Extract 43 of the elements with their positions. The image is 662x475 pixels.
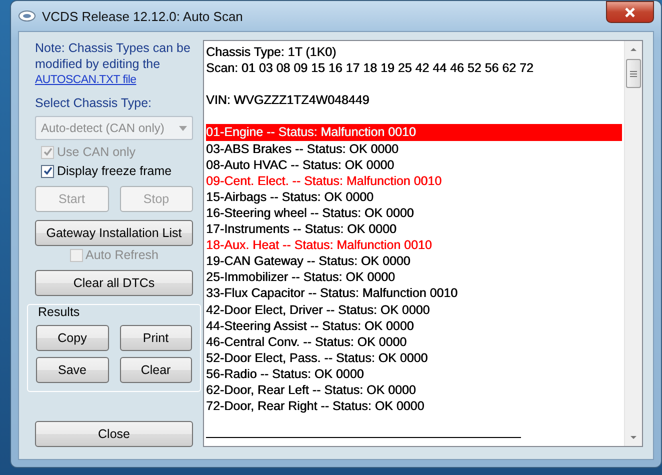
clear-all-dtcs-button[interactable]: Clear all DTCs <box>35 270 193 296</box>
module-status-line[interactable]: 08-Auto HVAC -- Status: OK 0000 <box>206 156 622 173</box>
module-status-line[interactable]: 72-Door, Rear Right -- Status: OK 0000 <box>206 398 622 414</box>
module-status-line[interactable]: 33-Flux Capacitor -- Status: Malfunction 0010 <box>206 285 622 302</box>
note-text: Note: Chassis Types can be modified by editing the <box>35 40 192 72</box>
copy-button[interactable]: Copy <box>36 325 108 351</box>
app-icon <box>18 10 36 22</box>
close-icon <box>624 6 636 18</box>
module-status-line[interactable]: 46-Central Conv. -- Status: OK 0000 <box>206 334 622 350</box>
module-status-line[interactable]: 16-Steering wheel -- Status: OK 0000 <box>206 204 622 222</box>
module-status-line[interactable]: 62-Door, Rear Left -- Status: OK 0000 <box>206 382 622 398</box>
module-status-line[interactable]: 03-ABS Brakes -- Status: OK 0000 <box>206 140 622 157</box>
module-status-line[interactable]: 09-Cent. Elect. -- Status: Malfunction 0010 <box>206 172 622 189</box>
module-status-line[interactable]: 17-Instruments -- Status: OK 0000 <box>206 221 622 238</box>
checkbox-label: Display freeze frame <box>57 164 172 178</box>
autoscan-file-link[interactable]: AUTOSCAN.TXT file <box>35 72 136 88</box>
report-line: Chassis Type: 1T (1K0) <box>206 44 338 60</box>
scroll-thumb[interactable] <box>626 59 641 88</box>
print-button[interactable]: Print <box>120 325 192 351</box>
module-status-line[interactable]: 42-Door Elect, Driver -- Status: OK 0000 <box>206 302 622 318</box>
checkbox-label: Auto Refresh <box>86 248 158 262</box>
module-status-line[interactable]: 25-Immobilizer -- Status: OK 0000 <box>206 269 622 286</box>
save-button[interactable]: Save <box>36 357 108 383</box>
results-title: Results <box>36 305 82 319</box>
close-button[interactable] <box>606 1 654 23</box>
module-status-line[interactable]: 56-Radio -- Status: OK 0000 <box>206 366 622 382</box>
scrollbar[interactable] <box>624 41 642 446</box>
module-status-line[interactable]: 19-CAN Gateway -- Status: OK 0000 <box>206 253 622 270</box>
checkbox[interactable] <box>41 164 54 178</box>
module-status-line[interactable]: 52-Door Elect, Pass. -- Status: OK 0000 <box>206 350 622 366</box>
module-status-line[interactable]: 44-Steering Assist -- Status: OK 0000 <box>206 318 622 334</box>
dropdown-arrow-icon <box>179 126 187 130</box>
grip-icon <box>630 70 637 76</box>
gateway-installation-list-button[interactable]: Gateway Installation List <box>35 220 193 246</box>
vin-line: VIN: WVGZZZ1TZ4W048449 <box>206 92 370 108</box>
checkbox-label: Use CAN only <box>57 145 136 159</box>
clear-button[interactable]: Clear <box>120 357 192 383</box>
window-title: VCDS Release 12.12.0: Auto Scan <box>42 8 244 24</box>
report-line: Scan: 01 03 08 09 15 16 17 18 19 25 42 44 46 52 56 62 72 <box>206 60 534 76</box>
module-status-line[interactable]: 18-Aux. Heat -- Status: Malfunction 0010 <box>206 237 622 254</box>
chassis-type-label: Select Chassis Type: <box>35 96 152 110</box>
module-status-line[interactable]: 15-Airbags -- Status: OK 0000 <box>206 188 622 205</box>
close-dialog-button[interactable]: Close <box>35 421 193 447</box>
